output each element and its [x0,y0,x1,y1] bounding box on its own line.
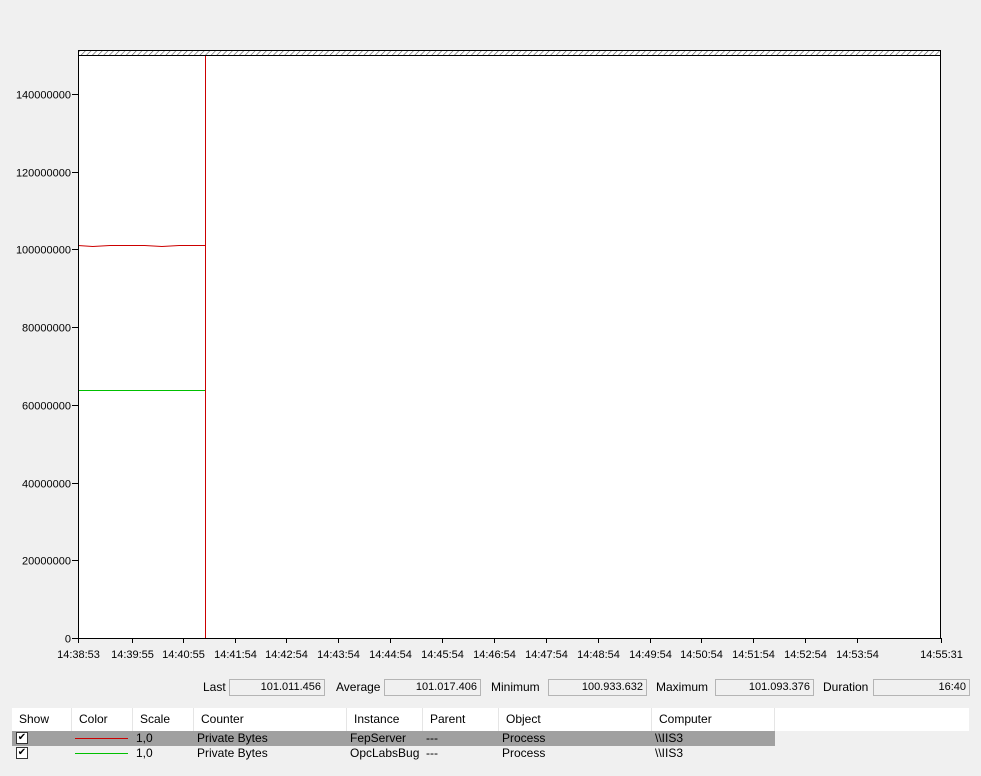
minimum-label: Minimum [491,680,540,694]
x-axis-tick-label: 14:42:54 [265,649,308,661]
maximum-label: Maximum [656,680,709,694]
instance-cell: OpcLabsBug [350,746,420,760]
column-header-scale[interactable]: Scale [133,708,194,731]
time-scale-strip [79,51,941,55]
x-axis-tick-label: 14:39:55 [111,649,154,661]
x-axis-tick-label: 14:50:54 [680,649,723,661]
y-axis-tick-label: 0 [65,634,71,646]
x-axis-tick-label: 14:46:54 [473,649,516,661]
maximum-value-field: 101.093.376 [715,679,814,696]
performance-chart[interactable]: 0 20000000 40000000 60000000 80000000 1000000… [0,0,981,672]
x-axis-tick-label: 14:53:54 [836,649,879,661]
counter-list[interactable]: Show Color Scale Counter Instance Parent… [12,708,969,776]
y-axis-tick-label: 120000000 [16,168,71,180]
y-axis-tick-label: 100000000 [16,245,71,257]
x-axis-tick-label: 14:40:55 [162,649,205,661]
color-swatch [75,738,128,739]
y-axis-tick-label: 140000000 [16,90,71,102]
x-axis-tick-label: 14:49:54 [629,649,672,661]
x-axis-tick-label: 14:45:54 [421,649,464,661]
parent-cell: --- [426,731,438,745]
show-checkbox[interactable]: ✔ [16,747,28,759]
average-label: Average [336,680,381,694]
x-axis-tick-label: 14:52:54 [784,649,827,661]
x-axis-tick-label: 14:48:54 [577,649,620,661]
object-cell: Process [502,746,546,760]
x-axis-tick-label: 14:38:53 [57,649,100,661]
duration-label: Duration [823,680,869,694]
scale-cell: 1,0 [136,731,153,745]
color-swatch [75,753,128,754]
x-axis-tick-label: 14:44:54 [369,649,412,661]
counter-cell: Private Bytes [197,746,268,760]
show-checkbox[interactable]: ✔ [16,732,28,744]
instance-cell: FepServer [350,731,407,745]
duration-value-field: 16:40 [873,679,970,696]
parent-cell: --- [426,746,438,760]
x-axis-tick-label: 14:41:54 [214,649,257,661]
y-axis-tick-label: 20000000 [22,556,71,568]
column-header-instance[interactable]: Instance [347,708,423,731]
y-axis-tick-label: 80000000 [22,323,71,335]
scale-cell: 1,0 [136,746,153,760]
column-header-show[interactable]: Show [12,708,72,731]
x-axis-tick-label: 14:51:54 [732,649,775,661]
x-axis-tick-label: 14:47:54 [525,649,568,661]
y-axis-tick-label: 60000000 [22,401,71,413]
plot-area[interactable] [78,50,941,638]
x-axis-tick-label: 14:43:54 [317,649,360,661]
counter-row[interactable]: ✔ 1,0 Private Bytes OpcLabsBug --- Proce… [12,746,775,761]
column-header-computer[interactable]: Computer [652,708,775,731]
computer-cell: \\IIS3 [655,746,684,760]
counter-row[interactable]: ✔ 1,0 Private Bytes FepServer --- Proces… [12,731,775,746]
x-axis-tick-label: 14:55:31 [920,649,963,661]
y-axis-tick-label: 40000000 [22,479,71,491]
counter-list-header: Show Color Scale Counter Instance Parent… [12,708,969,731]
column-header-object[interactable]: Object [499,708,652,731]
column-header-color[interactable]: Color [72,708,133,731]
last-label: Last [203,680,226,694]
last-value-field: 101.011.456 [229,679,325,696]
counter-cell: Private Bytes [197,731,268,745]
average-value-field: 101.017.406 [384,679,481,696]
object-cell: Process [502,731,546,745]
computer-cell: \\IIS3 [655,731,684,745]
column-header-counter[interactable]: Counter [194,708,347,731]
column-header-parent[interactable]: Parent [423,708,499,731]
minimum-value-field: 100.933.632 [548,679,647,696]
